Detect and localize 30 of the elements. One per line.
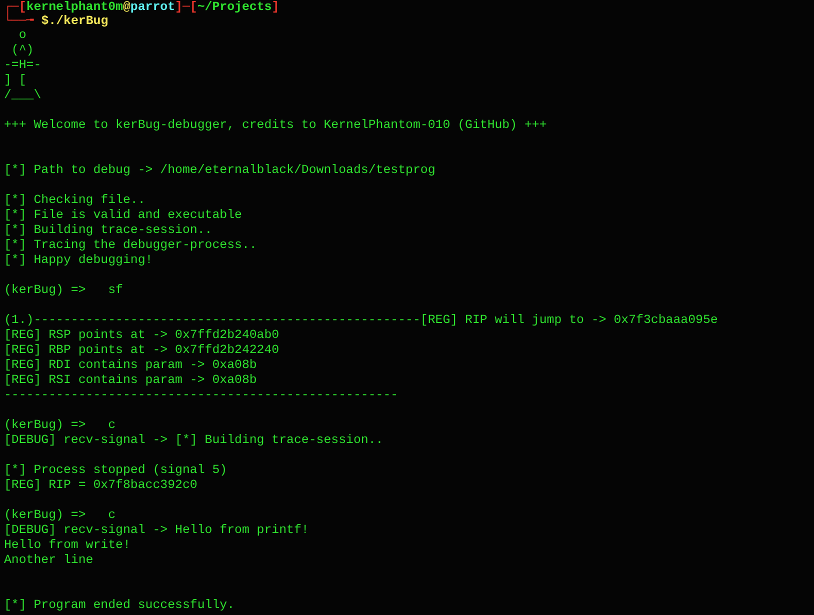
output-line: [DEBUG] recv-signal -> [*] Building trace-session..: [4, 433, 384, 448]
output-line: [*] Happy debugging!: [4, 253, 153, 268]
output-line: -----------------------------------------------------: [4, 388, 398, 403]
output-line: [*] Checking file..: [4, 193, 146, 208]
output-line: [*] Process stopped (signal 5): [4, 463, 228, 478]
ascii-art-line: ] [: [4, 73, 26, 88]
output-line: [REG] RSI contains param -> 0xa08b: [4, 373, 257, 388]
output-line: (1.)----------------------------------------------------[REG] RIP will jump to -> 0x7f3cbaaa095e: [4, 313, 718, 328]
output-line: [REG] RIP = 0x7f8bacc392c0: [4, 478, 198, 493]
output-line: Hello from write!: [4, 538, 130, 553]
ascii-art-line: o: [18, 28, 26, 43]
command-line: (kerBug) => c: [4, 508, 116, 523]
ascii-art-line: (^): [10, 43, 34, 58]
ascii-art-line: /___\: [4, 88, 42, 103]
output-line: [*] Program ended successfully.: [4, 598, 235, 613]
output-line: [DEBUG] recv-signal -> Hello from printf!: [4, 523, 309, 538]
shell-prompt: └──╼ $./kerBug: [4, 14, 108, 28]
output-line: [*] Path to debug -> /home/eternalblack/Downloads/testprog: [4, 163, 436, 178]
output-line: +++ Welcome to kerBug-debugger, credits to KernelPhantom-010 (GitHub) +++: [4, 118, 547, 133]
output-line: [REG] RSP points at -> 0x7ffd2b240ab0: [4, 328, 280, 343]
output-line: [*] Building trace-session..: [4, 223, 212, 238]
output-line: [*] Tracing the debugger-process..: [4, 238, 257, 253]
command-line: (kerBug) => sf: [4, 283, 123, 298]
command-line: (kerBug) => c: [4, 418, 116, 433]
output-line: [*] File is valid and executable: [4, 208, 242, 223]
ascii-art-line: -=H=-: [4, 58, 42, 73]
output-line: [REG] RBP points at -> 0x7ffd2b242240: [4, 343, 280, 358]
output-line: Another line: [4, 553, 94, 568]
output-line: [REG] RDI contains param -> 0xa08b: [4, 358, 257, 373]
shell-prompt: ┌─[kernelphant0m@parrot]─[~/Projects]: [4, 0, 280, 14]
